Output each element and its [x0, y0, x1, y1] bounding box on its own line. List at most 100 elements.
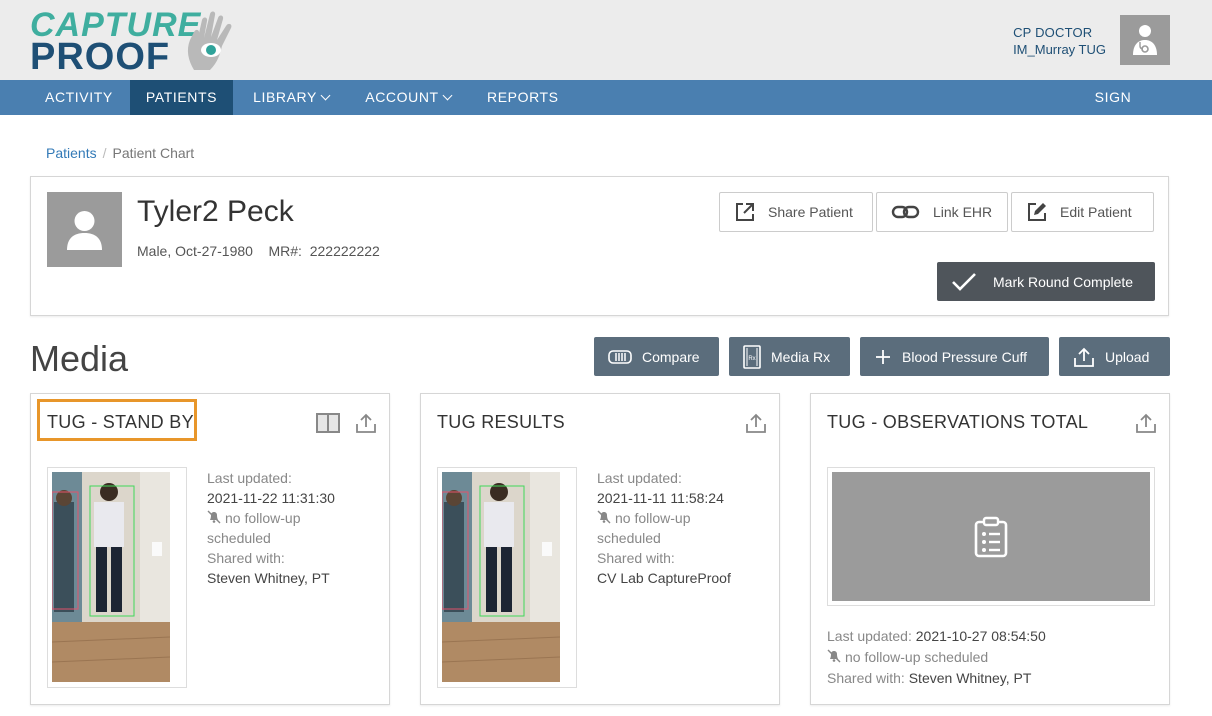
logo-text-proof: PROOF — [30, 36, 171, 78]
nav-account[interactable]: ACCOUNT — [348, 80, 468, 115]
followup-status: no follow-up — [207, 508, 335, 528]
bell-slash-icon — [597, 510, 611, 524]
hallway-walk-thumbnail — [52, 472, 170, 682]
video-thumbnail[interactable] — [437, 467, 577, 688]
last-updated-value: 2021-11-11 11:58:24 — [597, 490, 724, 506]
media-rx-button[interactable]: Rx Media Rx — [729, 337, 850, 376]
nav-sign-out-label: SIGN OUT — [1094, 89, 1132, 140]
nav-sign-out[interactable]: SIGN OUT — [1062, 80, 1164, 140]
blood-pressure-cuff-label: Blood Pressure Cuff — [902, 348, 1028, 365]
shared-with-row: Shared with: Steven Whitney, PT — [827, 668, 1046, 689]
followup-text: no follow-up — [615, 510, 691, 526]
link-ehr-button[interactable]: Link EHR — [876, 192, 1008, 232]
hand-eye-icon — [187, 11, 232, 70]
app-header: CAPTURE PROOF CP DOCTOR IM_Murray TUG — [0, 0, 1212, 80]
patient-name: Tyler2 Peck — [137, 195, 294, 228]
last-updated-label: Last updated: — [597, 470, 682, 486]
followup-status: no follow-up — [597, 508, 731, 528]
last-updated-value: 2021-11-22 11:31:30 — [207, 490, 335, 506]
media-card[interactable]: TUG - STAND BY Last updated: 2021-11-22 … — [30, 393, 390, 705]
media-card-meta: Last updated: 2021-11-11 11:58:24 no fol… — [597, 468, 731, 588]
nav-reports-label: REPORTS — [487, 89, 559, 105]
breadcrumb-patients-link[interactable]: Patients — [46, 145, 97, 161]
compare-label: Compare — [642, 348, 700, 365]
blood-pressure-cuff-button[interactable]: Blood Pressure Cuff — [860, 337, 1049, 376]
last-updated-value: 2021-10-27 08:54:50 — [915, 628, 1046, 644]
nav-library-label: LIBRARY — [253, 89, 317, 105]
patient-demographics: Male, Oct-27-1980 MR#: 222222222 — [137, 243, 380, 259]
main-nav: ACTIVITY PATIENTS LIBRARY ACCOUNT REPORT… — [0, 80, 1212, 140]
shared-with-label: Shared with: — [827, 670, 905, 686]
observation-placeholder — [832, 472, 1150, 601]
bell-slash-icon — [827, 649, 841, 663]
mark-round-complete-button[interactable]: Mark Round Complete — [937, 262, 1155, 301]
edit-icon — [1028, 203, 1046, 221]
nav-account-label: ACCOUNT — [365, 89, 439, 105]
followup-text: no follow-up scheduled — [845, 649, 989, 665]
nav-activity[interactable]: ACTIVITY — [30, 80, 125, 115]
last-updated-label: Last updated: — [207, 470, 292, 486]
followup-text-cont: scheduled — [207, 530, 271, 546]
breadcrumb: Patients / Patient Chart — [46, 145, 194, 161]
link-icon — [891, 205, 920, 219]
doctor-icon — [1133, 25, 1157, 55]
last-updated-row: Last updated: 2021-10-27 08:54:50 — [827, 626, 1046, 647]
followup-text-cont: scheduled — [597, 530, 661, 546]
plus-icon — [876, 349, 890, 364]
share-upload-icon[interactable] — [1135, 412, 1157, 434]
observation-thumbnail[interactable] — [827, 467, 1155, 606]
patient-avatar — [47, 192, 122, 267]
media-card-meta: Last updated: 2021-10-27 08:54:50 no fol… — [827, 626, 1046, 689]
person-icon — [67, 211, 102, 250]
media-rx-label: Media Rx — [771, 348, 831, 365]
upload-icon — [1074, 347, 1094, 367]
media-card[interactable]: TUG - OBSERVATIONS TOTAL Last updated: 2… — [810, 393, 1170, 705]
shared-with-label: Shared with: — [207, 550, 285, 566]
followup-status: no follow-up scheduled — [827, 647, 1046, 668]
bell-slash-icon — [207, 510, 221, 524]
edit-patient-label: Edit Patient — [1060, 204, 1132, 220]
upload-button[interactable]: Upload — [1059, 337, 1170, 376]
media-card-title[interactable]: TUG RESULTS — [437, 412, 565, 433]
share-external-icon — [736, 203, 754, 221]
last-updated-label: Last updated: — [827, 628, 912, 644]
link-ehr-label: Link EHR — [933, 204, 993, 220]
clipboard-list-icon — [974, 516, 1008, 558]
compare-icon — [608, 349, 632, 364]
video-thumbnail[interactable] — [47, 467, 187, 688]
edit-patient-button[interactable]: Edit Patient — [1011, 192, 1154, 232]
share-upload-icon[interactable] — [355, 412, 377, 434]
chevron-down-icon — [442, 90, 453, 101]
shared-with-label: Shared with: — [597, 550, 675, 566]
media-rx-icon: Rx — [743, 344, 761, 369]
nav-reports[interactable]: REPORTS — [472, 80, 570, 115]
share-patient-button[interactable]: Share Patient — [719, 192, 873, 232]
media-heading: Media — [30, 338, 129, 379]
patient-card: Tyler2 Peck Male, Oct-27-1980 MR#: 22222… — [30, 176, 1169, 316]
nav-patients[interactable]: PATIENTS — [130, 80, 233, 115]
upload-label: Upload — [1105, 348, 1150, 365]
user-name: IM_Murray TUG — [1013, 42, 1106, 57]
doctor-avatar[interactable] — [1120, 15, 1170, 65]
share-upload-icon[interactable] — [745, 412, 767, 434]
mark-round-complete-label: Mark Round Complete — [993, 273, 1134, 290]
layout-columns-icon[interactable] — [315, 412, 341, 434]
captureproof-logo[interactable]: CAPTURE PROOF — [30, 8, 245, 78]
user-info: CP DOCTOR IM_Murray TUG — [1013, 24, 1106, 58]
share-patient-label: Share Patient — [768, 204, 853, 220]
media-card-meta: Last updated: 2021-11-22 11:31:30 no fol… — [207, 468, 335, 588]
followup-text: no follow-up — [225, 510, 301, 526]
nav-patients-label: PATIENTS — [145, 89, 218, 105]
media-card-title[interactable]: TUG - STAND BY — [47, 412, 194, 433]
shared-with-value: Steven Whitney, PT — [908, 670, 1032, 686]
media-card-title[interactable]: TUG - OBSERVATIONS TOTAL — [827, 412, 1088, 433]
svg-text:Rx: Rx — [748, 356, 755, 362]
compare-button[interactable]: Compare — [594, 337, 719, 376]
hallway-walk-thumbnail — [442, 472, 560, 682]
nav-library[interactable]: LIBRARY — [236, 80, 346, 115]
user-role: CP DOCTOR — [1013, 25, 1093, 40]
breadcrumb-separator: / — [102, 145, 107, 161]
chevron-down-icon — [320, 90, 331, 101]
shared-with-value: Steven Whitney, PT — [207, 570, 330, 586]
media-card[interactable]: TUG RESULTS Last updated: 2021-11-11 11:… — [420, 393, 780, 705]
